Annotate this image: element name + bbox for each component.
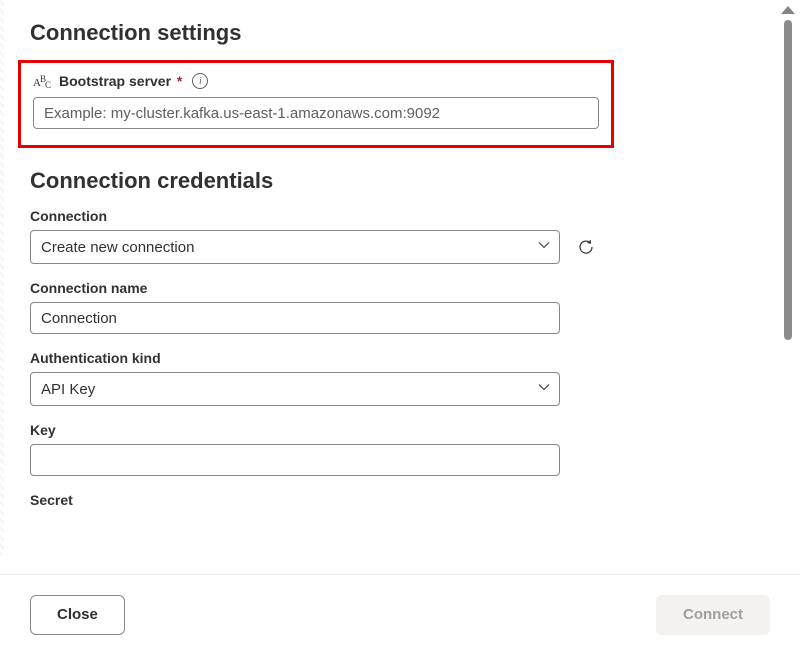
info-icon[interactable]: i [192, 73, 208, 89]
connection-label: Connection [30, 208, 770, 224]
connect-button[interactable]: Connect [656, 595, 770, 635]
bootstrap-server-label: Bootstrap server * [59, 73, 182, 89]
svg-text:C: C [45, 80, 51, 89]
close-button[interactable]: Close [30, 595, 125, 635]
auth-kind-select-wrapper [30, 372, 560, 406]
connection-name-group: Connection name [30, 280, 770, 334]
auth-kind-group: Authentication kind [30, 350, 770, 406]
key-label: Key [30, 422, 770, 438]
connection-settings-heading: Connection settings [30, 20, 770, 46]
connection-input-row [30, 230, 770, 264]
scroll-up-arrow-icon[interactable] [781, 6, 795, 14]
key-input[interactable] [30, 444, 560, 476]
connection-select[interactable] [30, 230, 560, 264]
bootstrap-label-row: ABC Bootstrap server * i [33, 73, 599, 89]
secret-label: Secret [30, 492, 770, 508]
refresh-icon[interactable] [576, 237, 596, 257]
connection-select-wrapper [30, 230, 560, 264]
credentials-section: Connection Connection name Authenticatio… [30, 208, 770, 508]
bootstrap-highlight-box: ABC Bootstrap server * i [18, 60, 614, 148]
main-panel: Connection settings ABC Bootstrap server… [0, 0, 800, 555]
scrollbar [780, 0, 796, 654]
text-field-type-icon: ABC [33, 73, 53, 89]
scroll-thumb[interactable] [784, 20, 792, 340]
required-indicator: * [173, 73, 182, 89]
connection-name-label: Connection name [30, 280, 770, 296]
footer-bar: Close Connect [0, 574, 800, 654]
key-field-group: Key [30, 422, 770, 476]
connection-name-input[interactable] [30, 302, 560, 334]
auth-kind-select[interactable] [30, 372, 560, 406]
connection-credentials-heading: Connection credentials [30, 168, 770, 194]
bootstrap-server-input[interactable] [33, 97, 599, 129]
connection-field-group: Connection [30, 208, 770, 264]
secret-field-group: Secret [30, 492, 770, 508]
auth-kind-label: Authentication kind [30, 350, 770, 366]
